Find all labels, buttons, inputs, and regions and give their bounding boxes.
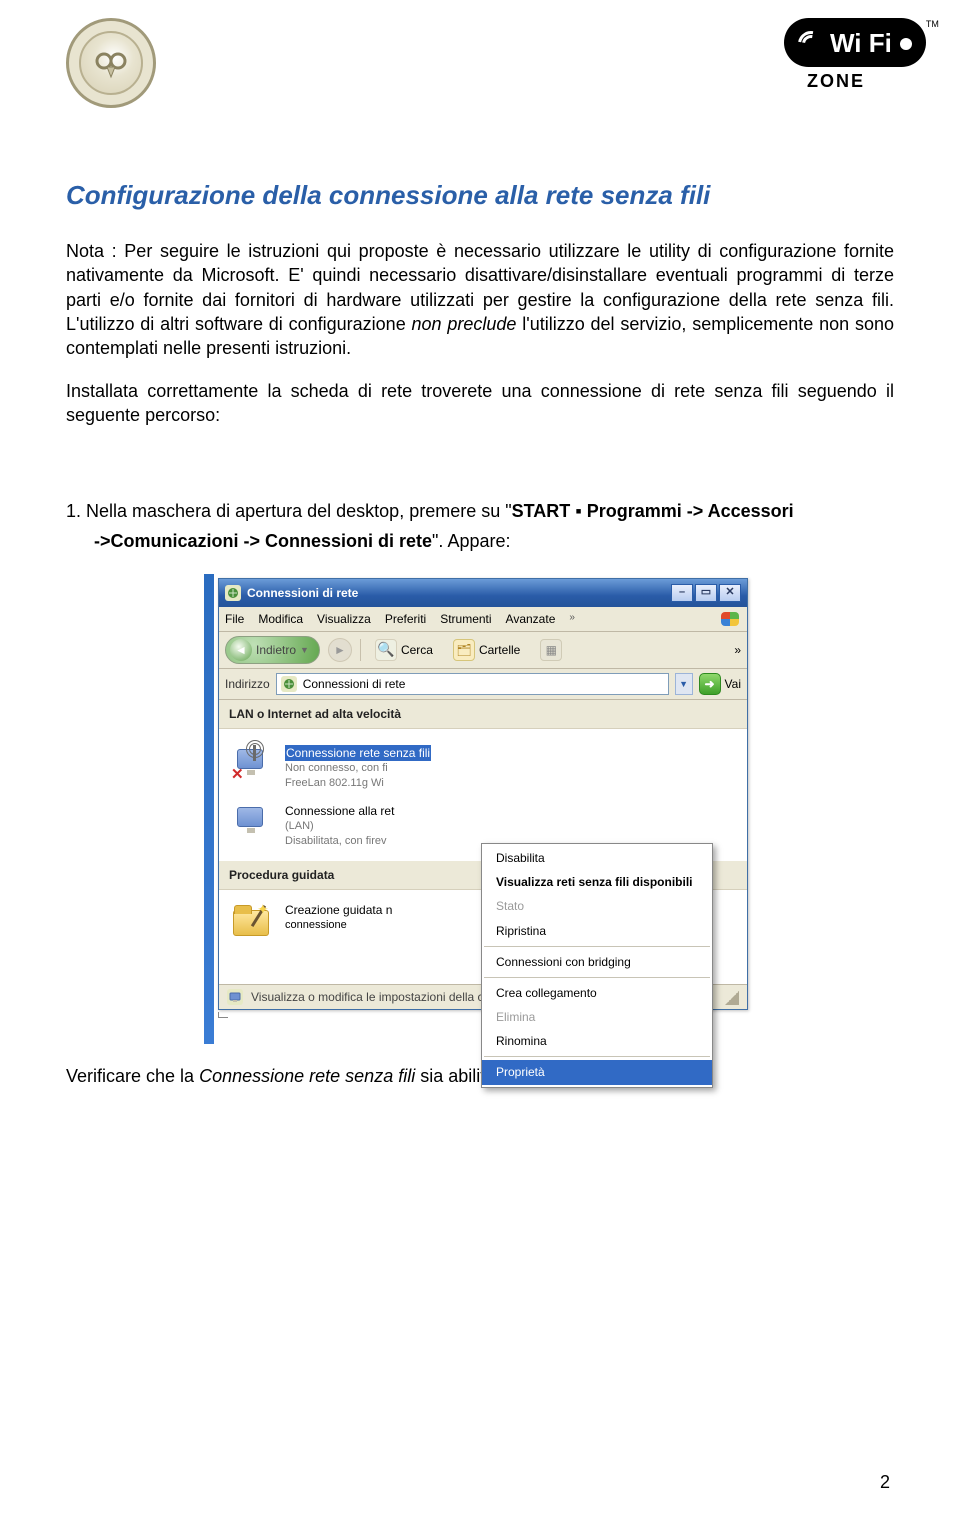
step-1-cont: ->Comunicazioni -> Connessioni di rete".… (66, 529, 894, 553)
verify-line: Verificare che la Connessione rete senza… (66, 1064, 894, 1088)
folders-button[interactable]: 🗂 Cartelle (447, 637, 526, 663)
intro-paragraph: Nota : Per seguire le istruzioni qui pro… (66, 239, 894, 360)
ctx-rename[interactable]: Rinomina (482, 1029, 712, 1053)
page-number: 2 (880, 1470, 890, 1494)
toolbar-overflow[interactable]: » (734, 642, 741, 658)
network-folder-icon (225, 585, 241, 601)
page-title: Configurazione della connessione alla re… (66, 178, 894, 213)
ctx-sep-3 (484, 1056, 710, 1057)
menu-advanced[interactable]: Avanzate (506, 611, 556, 627)
step-1: 1. Nella maschera di apertura del deskto… (66, 499, 894, 523)
go-button[interactable]: ➜ Vai (699, 673, 741, 695)
menu-file[interactable]: File (225, 611, 244, 627)
ctx-sep-1 (484, 946, 710, 947)
ctx-view-wireless[interactable]: Visualizza reti senza fili disponibili (482, 870, 712, 894)
context-menu: Disabilita Visualizza reti senza fili di… (481, 843, 713, 1088)
ctx-disable[interactable]: Disabilita (482, 846, 712, 870)
maximize-button[interactable]: ▭ (695, 584, 717, 602)
resize-grip-icon[interactable] (723, 989, 739, 1005)
ctx-bridge[interactable]: Connessioni con bridging (482, 950, 712, 974)
toolbar-dropdown[interactable]: ▦ (534, 637, 568, 663)
back-button[interactable]: ◄ Indietro ▼ (225, 636, 320, 664)
menu-tools[interactable]: Strumenti (440, 611, 491, 627)
wizard-sub: connessione (285, 918, 392, 933)
wifi-text: Wi Fi (830, 26, 892, 61)
wireless-title: Connessione rete senza fili (285, 745, 431, 761)
wifi-zone-logo: Wi Fi TM ZONE (784, 18, 888, 93)
search-icon: 🔍 (375, 639, 397, 661)
wizard-icon: ✦ (231, 902, 275, 942)
xp-window: Connessioni di rete – ▭ ✕ File Modifica … (218, 578, 748, 1010)
seal-emblem (79, 31, 143, 95)
menu-favorites[interactable]: Preferiti (385, 611, 426, 627)
go-arrow-icon: ➜ (699, 673, 721, 695)
status-icon (227, 989, 243, 1005)
lan-status: Disabilitata, con firev (285, 834, 394, 849)
connection-wireless[interactable]: ✕ Connessione rete senza fili Non connes… (227, 739, 739, 797)
ctx-repair[interactable]: Ripristina (482, 919, 712, 943)
address-icon (281, 676, 297, 692)
address-value: Connessioni di rete (303, 676, 406, 692)
ram-head-icon (91, 43, 131, 83)
wifi-pill: Wi Fi (784, 18, 926, 67)
wifi-waves-icon (798, 31, 824, 57)
window-title: Connessioni di rete (247, 585, 358, 601)
wifi-zone-label: ZONE (784, 69, 888, 93)
toolbar: ◄ Indietro ▼ ► 🔍 Cerca 🗂 Cartelle (219, 632, 747, 669)
ctx-properties[interactable]: Proprietà (482, 1060, 712, 1084)
close-button[interactable]: ✕ (719, 584, 741, 602)
window-titlebar[interactable]: Connessioni di rete – ▭ ✕ (219, 579, 747, 607)
menu-bar: File Modifica Visualizza Preferiti Strum… (219, 607, 747, 632)
ctx-status: Stato (482, 894, 712, 918)
folders-icon: 🗂 (453, 639, 475, 661)
section-lan-header: LAN o Internet ad alta velocità (219, 700, 747, 729)
windows-flag-icon (719, 610, 741, 628)
university-seal (66, 18, 156, 108)
minimize-button[interactable]: – (671, 584, 693, 602)
menu-edit[interactable]: Modifica (258, 611, 303, 627)
toolbar-divider (360, 639, 361, 661)
ctx-delete: Elimina (482, 1005, 712, 1029)
search-button[interactable]: 🔍 Cerca (369, 637, 439, 663)
lan-sub: (LAN) (285, 819, 394, 834)
forward-button[interactable]: ► (328, 638, 352, 662)
address-bar: Indirizzo Connessioni di rete ▼ ➜ Vai (219, 669, 747, 700)
wifi-dot-icon (900, 38, 912, 50)
lan-icon (231, 803, 275, 843)
ctx-shortcut[interactable]: Crea collegamento (482, 981, 712, 1005)
toolbar-dropdown-icon: ▦ (540, 639, 562, 661)
taskbar-slice (204, 574, 214, 1044)
wireless-icon: ✕ (231, 745, 275, 785)
wireless-status: Non connesso, con fi (285, 761, 431, 776)
address-label: Indirizzo (225, 676, 270, 692)
address-input[interactable]: Connessioni di rete (276, 673, 669, 695)
screenshot-network-connections: Connessioni di rete – ▭ ✕ File Modifica … (212, 578, 748, 1018)
address-dropdown[interactable]: ▼ (675, 673, 693, 695)
wireless-adapter: FreeLan 802.11g Wi (285, 776, 431, 791)
ctx-sep-2 (484, 977, 710, 978)
menu-view[interactable]: Visualizza (317, 611, 371, 627)
lan-title: Connessione alla ret (285, 803, 394, 819)
menu-overflow[interactable]: » (569, 611, 575, 627)
wizard-title: Creazione guidata n (285, 902, 392, 918)
bottom-edge (218, 1012, 228, 1018)
back-arrow-icon: ◄ (230, 639, 252, 661)
install-paragraph: Installata correttamente la scheda di re… (66, 379, 894, 428)
trademark: TM (926, 19, 939, 29)
